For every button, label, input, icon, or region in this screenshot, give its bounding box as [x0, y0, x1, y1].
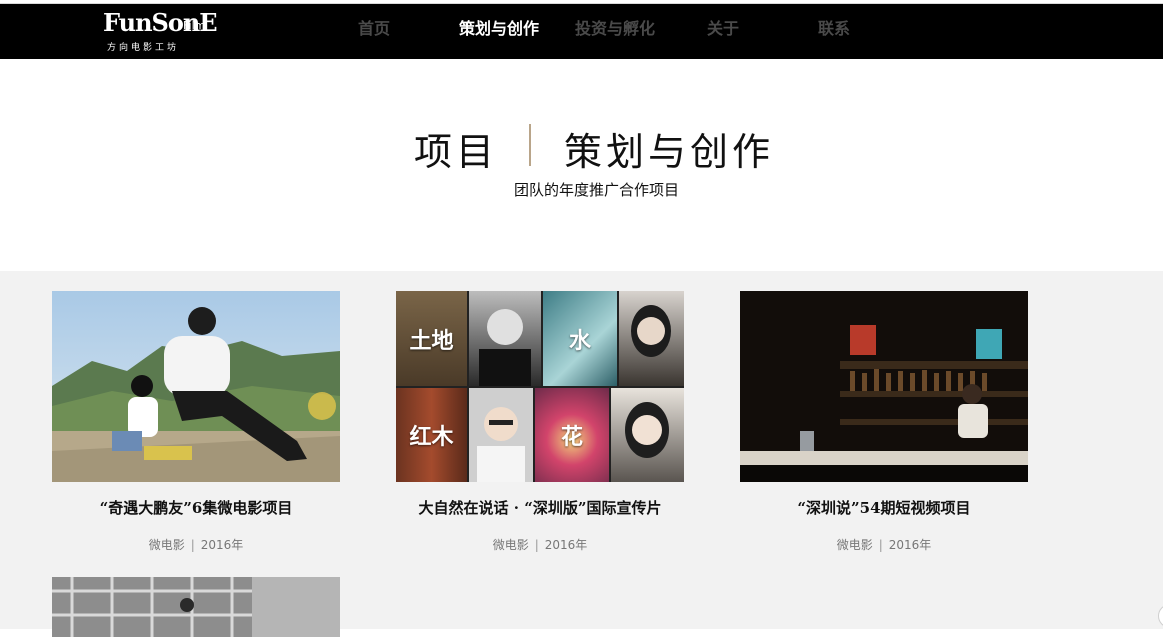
portrait-man-image	[479, 309, 531, 386]
project-meta: 微电影 | 2016年	[740, 536, 1028, 553]
project-year: 2016年	[544, 538, 588, 552]
bar-scene-image	[740, 291, 1028, 482]
building-scaffold-image	[52, 577, 340, 637]
poster-flower-label: 花	[560, 424, 583, 450]
project-thumbnail[interactable]	[740, 291, 1028, 482]
meta-separator: |	[190, 538, 195, 552]
project-year: 2016年	[200, 538, 244, 552]
page-title-projects: 项目	[414, 130, 499, 174]
top-navbar: FunSonE Film 方向电影工坊 首页 策划与创作 投资与孵化 关于 联系	[0, 4, 1163, 59]
page-subtitle: 团队的年度推广合作项目	[513, 181, 679, 199]
poster-land-tile: 土地	[396, 291, 467, 386]
title-divider	[529, 124, 531, 166]
poster-water-tile: 水	[543, 291, 617, 386]
project-thumbnail-partial[interactable]	[52, 577, 340, 637]
photo-boy-and-girl-image	[52, 291, 340, 482]
meta-separator: |	[878, 538, 883, 552]
logo-film-text: Film	[183, 19, 206, 32]
nav-about[interactable]: 关于	[707, 15, 739, 39]
project-meta: 微电影 | 2016年	[52, 536, 340, 553]
poster-redwood-tile: 红木	[396, 388, 467, 482]
project-year: 2016年	[888, 538, 932, 552]
project-thumbnail[interactable]	[52, 291, 340, 482]
project-category: 微电影	[492, 538, 529, 552]
page-title-section: 策划与创作	[564, 130, 775, 174]
portrait-woman-tile	[619, 291, 684, 386]
brand-logo[interactable]: FunSonE Film 方向电影工坊	[103, 8, 218, 56]
project-title[interactable]: “奇遇大鹏友”6集微电影项目	[22, 497, 370, 518]
portrait-woman-image	[631, 305, 671, 357]
nav-home[interactable]: 首页	[358, 15, 390, 39]
portrait-glasses-man-image	[477, 407, 525, 482]
poster-redwood-label: 红木	[409, 424, 454, 450]
nav-contact[interactable]: 联系	[818, 15, 850, 39]
project-category: 微电影	[148, 538, 185, 552]
page-header: 项目 策划与创作 团队的年度推广合作项目	[0, 59, 1163, 271]
nav-investment-incubation[interactable]: 投资与孵化	[575, 15, 655, 39]
project-thumbnail[interactable]: 土地 水 红木 花	[396, 291, 684, 482]
portrait-smiling-woman-image	[625, 402, 669, 458]
poster-flower-tile: 花	[535, 388, 609, 482]
project-title[interactable]: “深圳说”54期短视频项目	[710, 497, 1058, 518]
meta-separator: |	[534, 538, 539, 552]
poster-land-label: 土地	[409, 327, 454, 354]
project-title[interactable]: 大自然在说话 · “深圳版”国际宣传片	[366, 497, 714, 518]
portrait-man-tile	[469, 291, 541, 386]
portrait-glasses-man-tile	[469, 388, 533, 482]
project-grid: “奇遇大鹏友”6集微电影项目 微电影 | 2016年 土地 水 红木 花 大自然…	[0, 271, 1163, 637]
portrait-smiling-woman-tile	[611, 388, 684, 482]
project-meta: 微电影 | 2016年	[396, 536, 684, 553]
nav-planning-creation[interactable]: 策划与创作	[459, 15, 539, 39]
logo-subtitle: 方向电影工坊	[107, 43, 180, 53]
poster-water-label: 水	[568, 327, 591, 354]
project-category: 微电影	[836, 538, 873, 552]
